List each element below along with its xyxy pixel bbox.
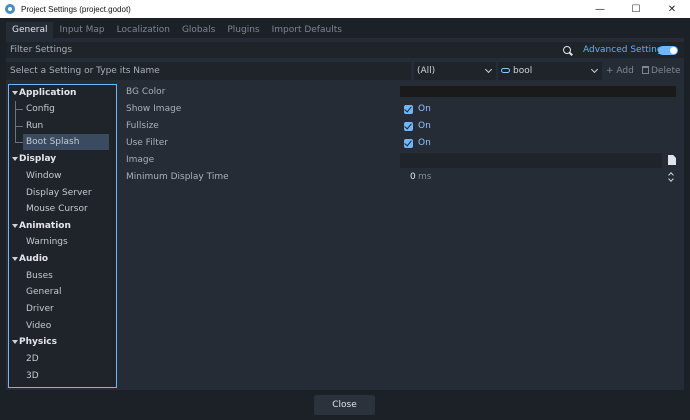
setting-name-placeholder: Select a Setting or Type its Name	[10, 66, 160, 76]
tree-item-display-server[interactable]: Display Server	[9, 185, 115, 201]
settings-tabs: General Input Map Localization Globals P…	[6, 22, 348, 38]
tree-section-physics[interactable]: Physics	[9, 334, 115, 350]
settings-tree: Application Config Run Boot Splash Displ…	[8, 84, 117, 388]
tree-item-run[interactable]: Run	[9, 118, 115, 134]
tree-item-video[interactable]: Video	[9, 318, 115, 334]
tab-localization[interactable]: Localization	[111, 22, 176, 38]
tree-item-mouse-cursor[interactable]: Mouse Cursor	[9, 201, 115, 217]
tree-item-warnings[interactable]: Warnings	[9, 234, 115, 250]
chevron-down-icon	[484, 65, 493, 74]
filter-settings-field[interactable]: Filter Settings Advanced Settings	[6, 42, 684, 58]
maximize-button[interactable]: ☐	[618, 0, 654, 18]
tree-item-buses[interactable]: Buses	[9, 268, 115, 284]
use-filter-checkbox[interactable]: On	[400, 136, 682, 151]
property-row-image: Image	[120, 152, 682, 169]
advanced-settings-label: Advanced Settings	[583, 45, 668, 55]
checkbox-label: On	[418, 104, 431, 114]
general-panel: Filter Settings Advanced Settings Select…	[6, 38, 684, 390]
tab-general[interactable]: General	[6, 22, 54, 38]
tree-section-display[interactable]: Display	[9, 151, 115, 167]
checkbox-label: On	[418, 121, 431, 131]
minimum-display-time-spinbox[interactable]: 0 ms	[400, 170, 676, 185]
checkbox-checked-icon	[404, 105, 413, 114]
type-filter-value: (All)	[417, 66, 436, 76]
checkbox-label: On	[418, 138, 431, 148]
godot-app-icon	[5, 4, 15, 14]
chevron-down-icon	[590, 65, 599, 74]
tab-input-map[interactable]: Input Map	[53, 22, 110, 38]
tree-guide-line	[15, 142, 23, 143]
tree-item-boot-splash[interactable]: Boot Splash	[23, 134, 109, 150]
value-type-select[interactable]: bool	[498, 62, 602, 80]
search-icon	[563, 46, 571, 54]
filter-settings-placeholder: Filter Settings	[10, 45, 73, 55]
tree-item-3d[interactable]: 3D	[9, 368, 115, 384]
property-row-show-image: Show Image On	[120, 101, 682, 118]
bg-color-picker[interactable]	[400, 86, 676, 97]
file-icon[interactable]	[668, 155, 676, 165]
fullsize-checkbox[interactable]: On	[400, 119, 682, 134]
tree-section-application[interactable]: Application	[9, 85, 115, 101]
add-setting-row: Select a Setting or Type its Name (All) …	[6, 62, 684, 80]
trash-icon	[642, 66, 649, 74]
spinner-arrows-icon[interactable]	[668, 171, 675, 184]
spinbox-unit: ms	[418, 172, 432, 182]
property-label: Fullsize	[126, 121, 159, 131]
property-row-minimum-display-time: Minimum Display Time 0 ms	[120, 169, 682, 186]
tree-section-label: Application	[19, 88, 77, 98]
image-path-field[interactable]	[400, 153, 662, 168]
delete-button[interactable]: Delete	[642, 62, 681, 80]
value-type-value: bool	[513, 66, 533, 76]
tab-plugins[interactable]: Plugins	[221, 22, 265, 38]
property-row-fullsize: Fullsize On	[120, 118, 682, 135]
tree-section-animation[interactable]: Animation	[9, 218, 115, 234]
property-row-bg-color: BG Color	[120, 84, 682, 101]
spinbox-value: 0	[410, 172, 416, 182]
show-image-checkbox[interactable]: On	[400, 102, 682, 117]
tree-item-config[interactable]: Config	[9, 101, 115, 117]
window-title: Project Settings (project.godot)	[21, 4, 131, 14]
title-bar: Project Settings (project.godot) — ☐ ✕	[0, 0, 690, 18]
checkbox-checked-icon	[404, 122, 413, 131]
close-window-button[interactable]: ✕	[654, 0, 690, 18]
property-label: Show Image	[126, 104, 182, 114]
chevron-down-icon	[12, 157, 18, 161]
chevron-down-icon	[12, 91, 18, 95]
close-button[interactable]: Close	[314, 395, 375, 415]
property-label: Image	[126, 155, 155, 165]
checkbox-checked-icon	[404, 139, 413, 148]
property-label: Minimum Display Time	[126, 172, 229, 182]
property-inspector: BG Color Show Image On Fullsize On Use F…	[120, 84, 682, 388]
property-row-use-filter: Use Filter On	[120, 135, 682, 152]
property-label: BG Color	[126, 87, 166, 97]
property-label: Use Filter	[126, 138, 168, 148]
advanced-settings-toggle[interactable]	[658, 46, 678, 55]
type-filter-select[interactable]: (All)	[414, 62, 496, 80]
tree-section-audio[interactable]: Audio	[9, 251, 115, 267]
bool-type-icon	[501, 68, 510, 73]
delete-label: Delete	[651, 66, 681, 76]
tree-item-driver[interactable]: Driver	[9, 301, 115, 317]
tab-import-defaults[interactable]: Import Defaults	[266, 22, 348, 38]
add-button[interactable]: + Add	[606, 62, 634, 80]
tree-item-window[interactable]: Window	[9, 168, 115, 184]
chevron-down-icon	[12, 224, 18, 228]
tab-globals[interactable]: Globals	[176, 22, 221, 38]
chevron-down-icon	[12, 340, 18, 344]
setting-name-input[interactable]: Select a Setting or Type its Name	[6, 62, 411, 80]
tree-item-2d[interactable]: 2D	[9, 351, 115, 367]
window-controls: — ☐ ✕	[582, 0, 690, 18]
chevron-down-icon	[12, 257, 18, 261]
tree-item-general[interactable]: General	[9, 284, 115, 300]
minimize-button[interactable]: —	[582, 0, 618, 18]
